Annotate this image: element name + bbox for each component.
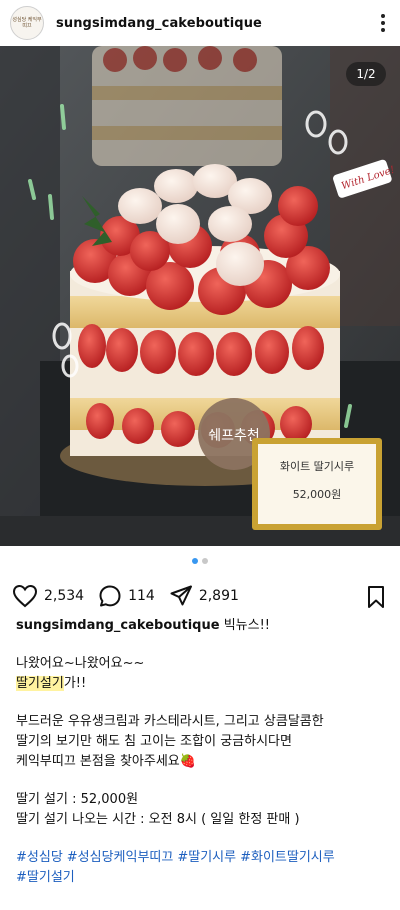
like-action[interactable]: 2,534 <box>12 584 84 608</box>
caption-line: 딸기의 보기만 해도 침 고이는 조합이 궁금하시다면 <box>16 734 292 749</box>
caption-line: 딸기설기가!! <box>16 674 384 694</box>
post-caption: sungsimdang_cakeboutique 빅뉴스!! 나왔어요~나왔어요… <box>0 616 400 888</box>
hashtag-link[interactable]: #성심당케익부띠끄 <box>67 850 174 865</box>
image-counter: 1/2 <box>346 62 386 86</box>
comment-icon[interactable] <box>98 584 122 608</box>
bookmark-button[interactable] <box>366 585 386 613</box>
profile-avatar[interactable]: 성심당 케익부띠끄 <box>10 6 44 40</box>
action-bar: 2,534 114 2,891 <box>0 576 400 616</box>
post-header: 성심당 케익부띠끄 sungsimdang_cakeboutique <box>0 0 400 46</box>
caption-line: 나왔어요~나왔어요~~ <box>16 656 145 671</box>
hashtag-link[interactable]: #화이트딸기시루 <box>240 850 335 865</box>
caption-headline-text: 빅뉴스!! <box>219 618 271 633</box>
caption-price-line: 딸기 설기 : 52,000원 <box>16 792 139 807</box>
price-card-name: 화이트 딸기시루 <box>280 460 354 473</box>
comment-action[interactable]: 114 <box>98 584 155 608</box>
share-count: 2,891 <box>198 588 239 604</box>
heart-icon[interactable] <box>12 584 38 608</box>
caption-line-rest: 가!! <box>63 676 87 691</box>
carousel-dot-active[interactable] <box>192 558 198 564</box>
hashtag-link[interactable]: #딸기설기 <box>16 870 75 885</box>
avatar-text: 성심당 케익부띠끄 <box>12 17 42 29</box>
comment-count: 114 <box>128 588 155 604</box>
like-count: 2,534 <box>44 588 85 604</box>
send-icon[interactable] <box>169 584 193 608</box>
price-card-price: 52,000원 <box>293 488 342 501</box>
hashtag-link[interactable]: #딸기시루 <box>177 850 236 865</box>
caption-username[interactable]: sungsimdang_cakeboutique <box>16 618 220 633</box>
highlighted-text: 딸기설기 <box>16 676 64 691</box>
carousel-dot[interactable] <box>202 558 208 564</box>
caption-time-line: 딸기 설기 나오는 시간 : 오전 8시 ( 일일 한정 판매 ) <box>16 812 300 827</box>
caption-headline: sungsimdang_cakeboutique 빅뉴스!! <box>16 616 384 636</box>
post-image[interactable]: With Love! 쉐프추천 화이트 딸기시루 52,000원 1/2 <box>0 46 400 546</box>
hashtag-link[interactable]: #성심당 <box>16 850 63 865</box>
profile-username[interactable]: sungsimdang_cakeboutique <box>56 16 262 31</box>
caption-line: 부드러운 우유생크림과 카스테라시트, 그리고 상큼달콤한 <box>16 714 324 729</box>
carousel-dots <box>0 546 400 576</box>
share-action[interactable]: 2,891 <box>169 584 239 608</box>
cake-photo: With Love! 쉐프추천 화이트 딸기시루 52,000원 <box>0 46 400 546</box>
hashtags: #성심당 #성심당케익부띠끄 #딸기시루 #화이트딸기시루 #딸기설기 <box>16 848 384 888</box>
more-options-icon[interactable] <box>380 8 386 38</box>
caption-line: 케익부띠끄 본점을 찾아주세요🍓 <box>16 754 196 769</box>
bookmark-icon[interactable] <box>366 585 386 609</box>
